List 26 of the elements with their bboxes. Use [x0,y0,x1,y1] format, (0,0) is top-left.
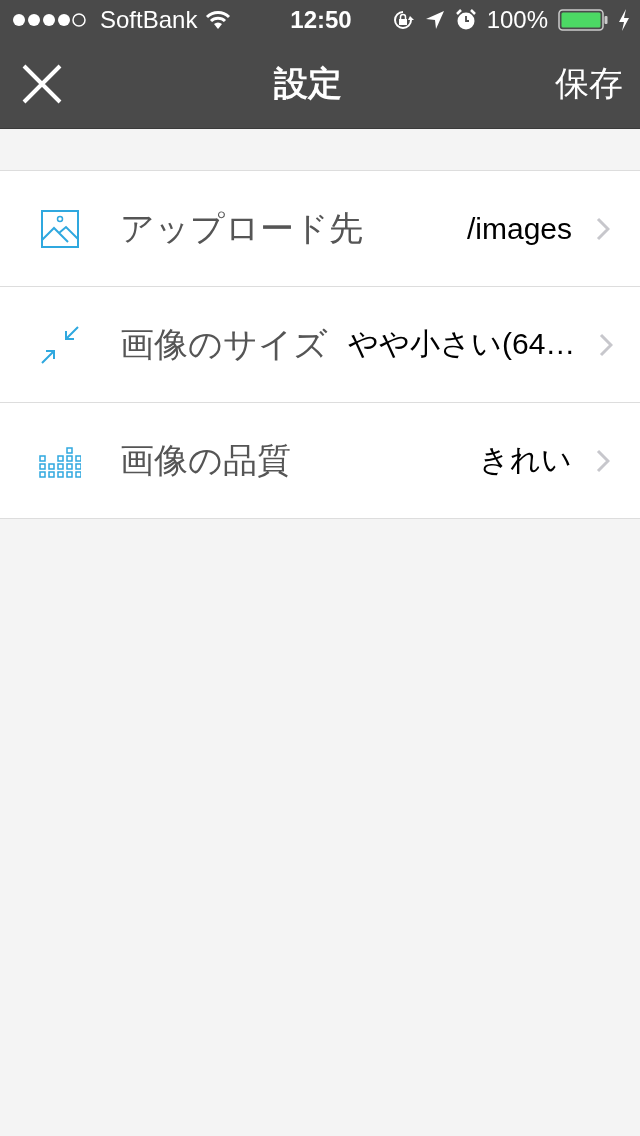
screen-title: 設定 [274,63,342,104]
settings-row[interactable]: 画像の品質 きれい [0,403,640,519]
battery-icon [558,9,608,31]
wifi-icon [205,10,232,30]
chevron-icon [599,332,614,357]
clock-time: 12:50 [290,6,352,34]
setting-label: 画像の品質 [120,439,291,481]
battery-percent: 100% [486,6,548,34]
image-icon [41,209,79,248]
setting-label: アップロード先 [120,207,363,249]
setting-value: やや小さい(64… [347,326,577,362]
alarm-clock-icon [454,9,477,31]
location-arrow-icon [424,10,445,30]
charging-bolt-icon [618,9,630,31]
close-button[interactable] [22,64,62,104]
close-icon [22,64,62,104]
setting-value: /images [465,211,573,246]
setting-value: きれい [478,442,573,478]
chevron-icon [596,216,610,241]
carrier-name: SoftBank [100,6,198,34]
settings-row[interactable]: アップロード先 /images [0,171,640,287]
save-button[interactable]: 保存 [554,61,624,107]
setting-label: 画像のサイズ [120,323,328,365]
settings-row[interactable]: 画像のサイズ やや小さい(64… [0,287,640,403]
shrink-arrows-icon [40,324,80,365]
chevron-icon [596,448,610,473]
